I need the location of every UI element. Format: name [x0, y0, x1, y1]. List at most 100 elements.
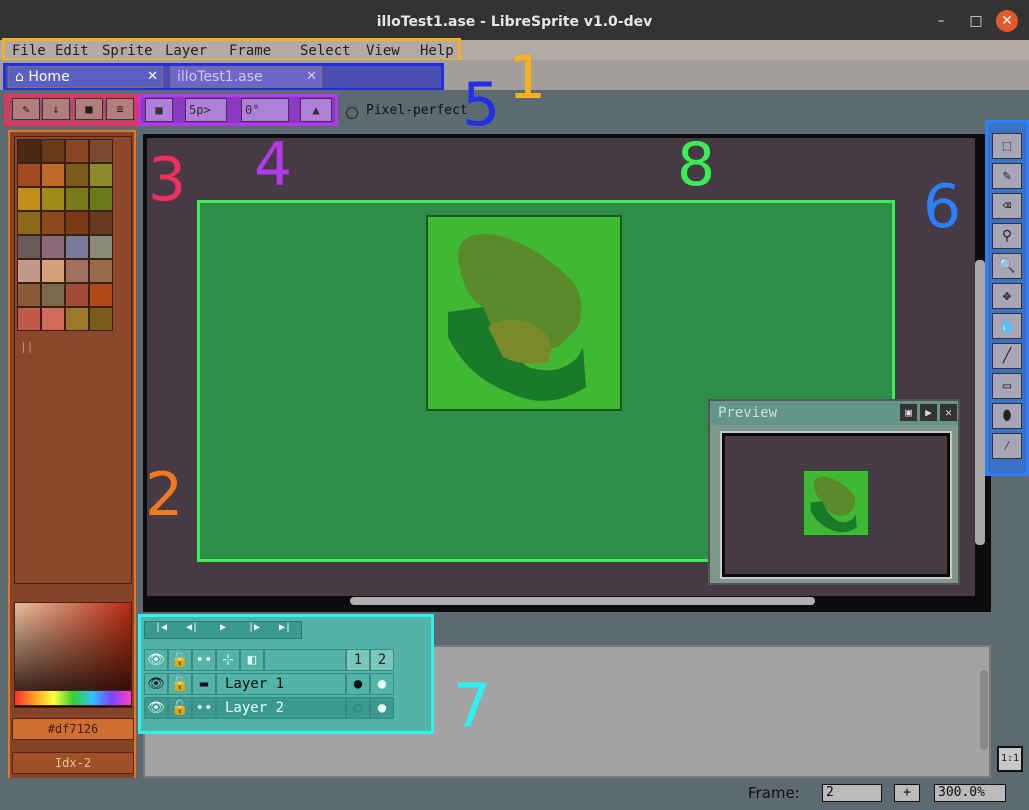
- eraser-icon[interactable]: ⌫: [992, 193, 1022, 219]
- palette-swatch[interactable]: [17, 139, 41, 163]
- hue-slider[interactable]: [14, 690, 132, 706]
- palette-swatch[interactable]: [41, 235, 65, 259]
- visibility-header-icon[interactable]: 👁: [144, 649, 168, 671]
- line-icon[interactable]: ╱: [992, 343, 1022, 369]
- palette-swatch[interactable]: [89, 211, 113, 235]
- minimize-button[interactable]: –: [930, 10, 952, 32]
- layer-row[interactable]: 👁 🔓 •• Layer 2 ○ ●: [144, 697, 394, 719]
- link-toggle-icon[interactable]: ▬: [192, 673, 216, 695]
- preview-window[interactable]: Preview ▣ ▶ ✕: [708, 399, 960, 585]
- brush-menu-button[interactable]: ≡: [106, 98, 134, 120]
- frame-input[interactable]: 2: [822, 784, 882, 802]
- palette-swatch[interactable]: [65, 283, 89, 307]
- first-frame-button[interactable]: |◀: [147, 622, 175, 633]
- lock-toggle-icon[interactable]: 🔓: [168, 697, 192, 719]
- menu-file[interactable]: File: [12, 42, 46, 60]
- palette-swatch[interactable]: [65, 187, 89, 211]
- menu-help[interactable]: Help: [420, 42, 454, 60]
- palette-swatch[interactable]: [65, 235, 89, 259]
- brush-shape-button[interactable]: ■: [75, 98, 103, 120]
- vertical-scrollbar[interactable]: [975, 260, 985, 545]
- tab-home-close-icon[interactable]: ✕: [147, 67, 158, 87]
- menu-layer[interactable]: Layer: [165, 42, 207, 60]
- palette-swatch[interactable]: [65, 307, 89, 331]
- rectangle-icon[interactable]: ▭: [992, 373, 1022, 399]
- horizontal-scrollbar[interactable]: [350, 597, 815, 605]
- brush-type-button[interactable]: ✎: [12, 98, 40, 120]
- next-frame-button[interactable]: |▶: [240, 622, 268, 633]
- menu-frame[interactable]: Frame: [229, 42, 271, 60]
- palette-swatch[interactable]: [41, 307, 65, 331]
- preview-play-icon[interactable]: ▶: [920, 404, 937, 421]
- palette-swatch[interactable]: [89, 139, 113, 163]
- frame-2-header[interactable]: 2: [370, 649, 394, 671]
- paint-bucket-icon[interactable]: 💧: [992, 313, 1022, 339]
- menu-edit[interactable]: Edit: [55, 42, 89, 60]
- prev-frame-button[interactable]: ◀|: [178, 622, 206, 633]
- menu-view[interactable]: View: [366, 42, 400, 60]
- palette-swatch[interactable]: [17, 283, 41, 307]
- brush-down-button[interactable]: ↓: [42, 98, 70, 120]
- ink-button[interactable]: ▲: [300, 98, 332, 122]
- menu-sprite[interactable]: Sprite: [102, 42, 153, 60]
- visibility-toggle-icon[interactable]: 👁: [144, 673, 168, 695]
- palette-swatch[interactable]: [89, 259, 113, 283]
- layer-name[interactable]: Layer 1: [216, 673, 346, 695]
- zoom-reset-button[interactable]: 1:1: [997, 746, 1023, 772]
- preview-header[interactable]: Preview ▣ ▶ ✕: [710, 401, 958, 425]
- close-window-button[interactable]: ✕: [996, 10, 1018, 32]
- last-frame-button[interactable]: ▶|: [271, 622, 299, 633]
- palette-swatch[interactable]: [65, 139, 89, 163]
- frame-1-header[interactable]: 1: [346, 649, 370, 671]
- cel-filled-icon[interactable]: ●: [346, 673, 370, 695]
- palette-swatch[interactable]: [65, 259, 89, 283]
- palette-swatch[interactable]: [17, 235, 41, 259]
- menu-select[interactable]: Select: [300, 42, 351, 60]
- palette-swatch[interactable]: [41, 259, 65, 283]
- palette-swatch[interactable]: [89, 235, 113, 259]
- onion-mode-icon[interactable]: ◧: [240, 649, 264, 671]
- pixel-perfect-checkbox[interactable]: [346, 107, 358, 119]
- cel-empty-icon[interactable]: ○: [346, 697, 370, 719]
- palette-swatch[interactable]: [17, 163, 41, 187]
- palette-swatch[interactable]: [89, 163, 113, 187]
- add-frame-button[interactable]: +: [894, 784, 920, 802]
- spray-icon[interactable]: ⁄: [992, 433, 1022, 459]
- cel-filled-icon[interactable]: ●: [370, 673, 394, 695]
- preview-close-icon[interactable]: ✕: [940, 404, 957, 421]
- palette-swatch[interactable]: [65, 163, 89, 187]
- palette-swatch[interactable]: [89, 307, 113, 331]
- visibility-toggle-icon[interactable]: 👁: [144, 697, 168, 719]
- palette-swatch[interactable]: [89, 283, 113, 307]
- zoom-icon[interactable]: 🔍: [992, 253, 1022, 279]
- rectangular-marquee-icon[interactable]: ⬚: [992, 133, 1022, 159]
- palette-swatch[interactable]: [41, 211, 65, 235]
- link-toggle-icon[interactable]: ••: [192, 697, 216, 719]
- sprite-canvas[interactable]: [426, 215, 622, 411]
- fg-color-hex[interactable]: #df7126: [12, 718, 134, 740]
- color-index[interactable]: Idx-2: [12, 752, 134, 774]
- layer-name[interactable]: Layer 2: [216, 697, 346, 719]
- lock-header-icon[interactable]: 🔓: [168, 649, 192, 671]
- palette-swatch[interactable]: [65, 211, 89, 235]
- tab-illotest[interactable]: illoTest1.ase ✕: [170, 66, 322, 88]
- angle-input[interactable]: 0°: [241, 98, 289, 122]
- palette-swatch[interactable]: [17, 307, 41, 331]
- eyedropper-icon[interactable]: ⚲: [992, 223, 1022, 249]
- maximize-button[interactable]: □: [965, 10, 987, 32]
- tab-illotest-close-icon[interactable]: ✕: [306, 67, 317, 87]
- palette-swatch[interactable]: [41, 283, 65, 307]
- preview-mode-icon[interactable]: ▣: [900, 404, 917, 421]
- onion-skin-icon[interactable]: ⊹: [216, 649, 240, 671]
- zoom-input[interactable]: 300.0%: [934, 784, 1006, 802]
- stop-button[interactable]: ■: [145, 98, 173, 122]
- palette-swatch[interactable]: [41, 187, 65, 211]
- move-icon[interactable]: ✥: [992, 283, 1022, 309]
- palette-swatch[interactable]: [41, 163, 65, 187]
- palette-swatch[interactable]: [17, 211, 41, 235]
- cel-filled-icon[interactable]: ●: [370, 697, 394, 719]
- timeline-scrollbar[interactable]: [980, 670, 988, 750]
- pencil-icon[interactable]: ✎: [992, 163, 1022, 189]
- contour-icon[interactable]: ⬮: [992, 403, 1022, 429]
- spacing-input[interactable]: 5p>: [185, 98, 227, 122]
